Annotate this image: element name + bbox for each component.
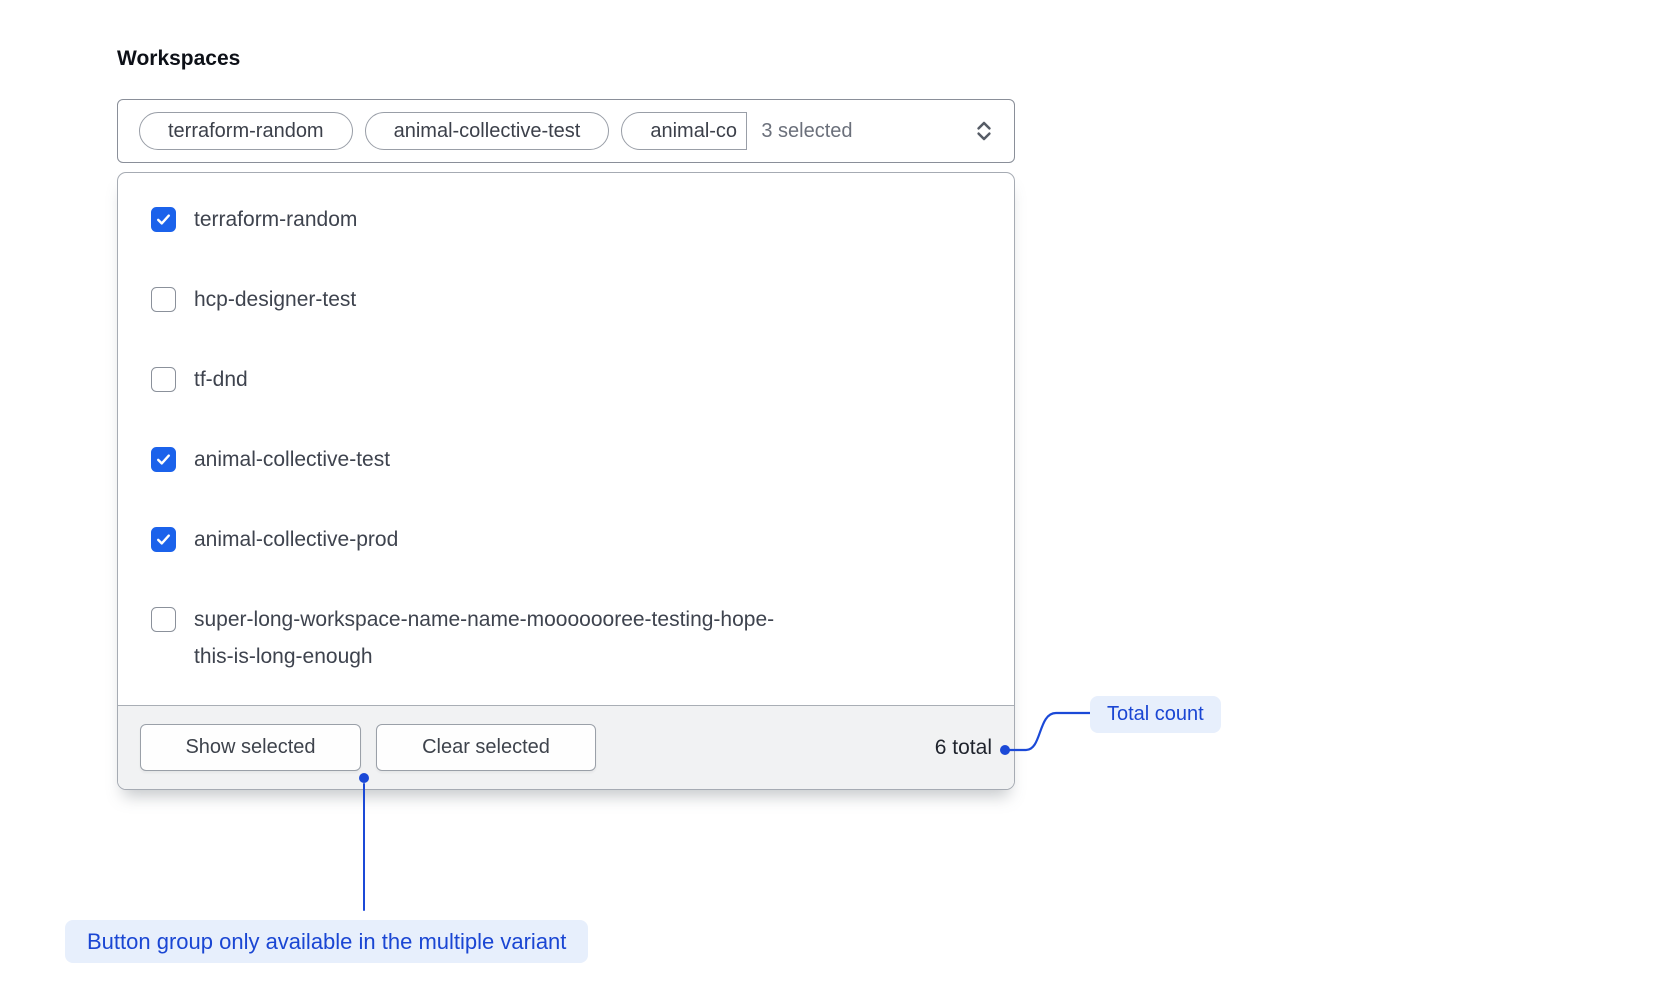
listbox-dropdown: terraform-random hcp-designer-test tf-dn… — [117, 172, 1015, 790]
option-checkbox[interactable] — [151, 207, 176, 232]
listbox-options: terraform-random hcp-designer-test tf-dn… — [118, 173, 1014, 696]
button-group-connector-dot — [359, 773, 369, 783]
option-label: hcp-designer-test — [194, 281, 356, 318]
listbox-footer: Show selected Clear selected 6 total — [118, 705, 1014, 789]
total-count-annotation: Total count — [1090, 696, 1221, 733]
workspaces-select-trigger[interactable]: terraform-random animal-collective-test … — [117, 99, 1015, 163]
listbox-option[interactable]: tf-dnd — [118, 339, 1014, 419]
listbox-option[interactable]: animal-collective-test — [118, 419, 1014, 499]
check-icon — [155, 451, 172, 468]
option-checkbox[interactable] — [151, 527, 176, 552]
option-label: tf-dnd — [194, 361, 248, 398]
clear-selected-button[interactable]: Clear selected — [376, 724, 596, 771]
option-label: terraform-random — [194, 201, 357, 238]
option-checkbox[interactable] — [151, 367, 176, 392]
caret-sort-icon — [971, 117, 997, 145]
option-label: animal-collective-prod — [194, 521, 398, 558]
listbox-option[interactable]: hcp-designer-test — [118, 259, 1014, 339]
check-icon — [155, 531, 172, 548]
option-checkbox[interactable] — [151, 447, 176, 472]
selected-pill: terraform-random — [139, 112, 353, 150]
listbox-option[interactable]: animal-collective-prod — [118, 499, 1014, 579]
total-count-connector-line — [1000, 700, 1092, 756]
workspaces-label: Workspaces — [117, 47, 240, 71]
button-group-annotation: Button group only available in the multi… — [65, 920, 588, 963]
option-checkbox[interactable] — [151, 607, 176, 632]
page: Workspaces terraform-random animal-colle… — [0, 0, 1672, 1008]
listbox-option[interactable]: super-long-workspace-name-name-moooooore… — [118, 579, 1014, 696]
total-count-annotation-label: Total count — [1107, 703, 1204, 726]
selected-pill-clipped: animal-co — [621, 112, 747, 150]
total-count-text: 6 total — [935, 736, 992, 760]
selected-count-text: 3 selected — [761, 120, 852, 143]
option-label: super-long-workspace-name-name-moooooore… — [194, 601, 774, 675]
option-label: animal-collective-test — [194, 441, 390, 478]
button-group-annotation-label: Button group only available in the multi… — [87, 929, 566, 955]
check-icon — [155, 211, 172, 228]
option-checkbox[interactable] — [151, 287, 176, 312]
button-group-connector-line — [363, 783, 366, 911]
listbox-option[interactable]: terraform-random — [118, 179, 1014, 259]
show-selected-button[interactable]: Show selected — [140, 724, 361, 771]
selected-pill: animal-collective-test — [365, 112, 610, 150]
